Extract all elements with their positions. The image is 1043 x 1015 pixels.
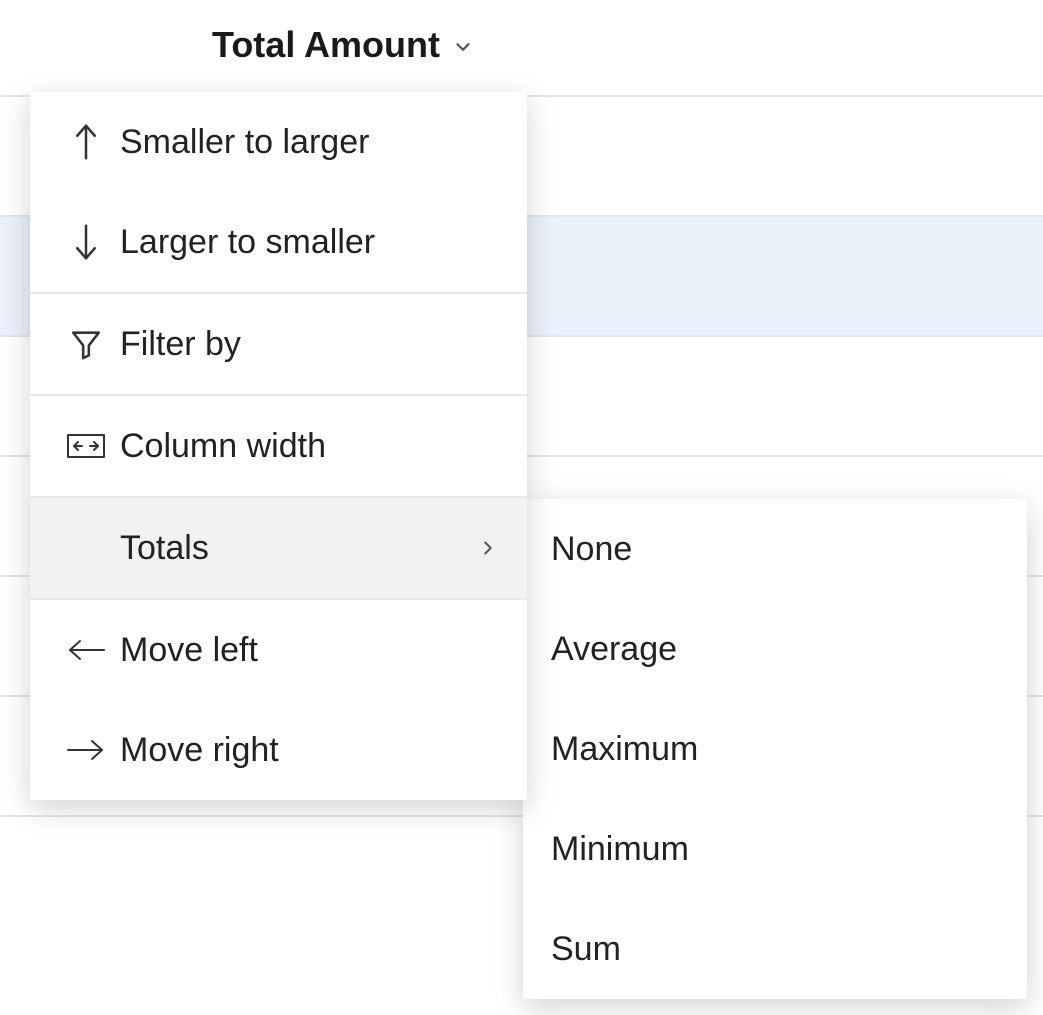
totals-submenu: None Average Maximum Minimum Sum bbox=[523, 499, 1027, 999]
column-header-total-amount[interactable]: Total Amount bbox=[212, 24, 476, 66]
submenu-item-maximum[interactable]: Maximum bbox=[523, 699, 1027, 799]
submenu-item-none[interactable]: None bbox=[523, 499, 1027, 599]
menu-item-label: Larger to smaller bbox=[120, 223, 499, 262]
submenu-item-label: Maximum bbox=[551, 730, 698, 769]
column-menu: Smaller to larger Larger to smaller Filt… bbox=[30, 92, 527, 800]
menu-item-label: Smaller to larger bbox=[120, 123, 499, 162]
arrow-left-icon bbox=[58, 635, 114, 665]
submenu-item-label: Sum bbox=[551, 930, 621, 969]
menu-item-label: Totals bbox=[120, 529, 459, 568]
menu-item-totals[interactable]: Totals bbox=[30, 498, 527, 598]
menu-item-filter[interactable]: Filter by bbox=[30, 294, 527, 394]
arrow-down-icon bbox=[58, 223, 114, 261]
menu-item-label: Move right bbox=[120, 731, 499, 770]
submenu-item-label: Minimum bbox=[551, 830, 689, 869]
chevron-down-icon bbox=[450, 34, 476, 60]
submenu-item-sum[interactable]: Sum bbox=[523, 899, 1027, 999]
menu-item-move-right[interactable]: Move right bbox=[30, 700, 527, 800]
menu-item-label: Filter by bbox=[120, 325, 499, 364]
column-width-icon bbox=[58, 432, 114, 460]
submenu-item-minimum[interactable]: Minimum bbox=[523, 799, 1027, 899]
submenu-item-label: None bbox=[551, 530, 632, 569]
menu-item-move-left[interactable]: Move left bbox=[30, 600, 527, 700]
menu-item-label: Move left bbox=[120, 631, 499, 670]
column-title-label: Total Amount bbox=[212, 24, 440, 66]
menu-item-sort-descending[interactable]: Larger to smaller bbox=[30, 192, 527, 292]
filter-icon bbox=[58, 327, 114, 361]
menu-item-column-width[interactable]: Column width bbox=[30, 396, 527, 496]
submenu-item-label: Average bbox=[551, 630, 677, 669]
submenu-item-average[interactable]: Average bbox=[523, 599, 1027, 699]
chevron-right-icon bbox=[459, 534, 499, 562]
arrow-right-icon bbox=[58, 735, 114, 765]
menu-item-sort-ascending[interactable]: Smaller to larger bbox=[30, 92, 527, 192]
arrow-up-icon bbox=[58, 123, 114, 161]
menu-item-label: Column width bbox=[120, 427, 499, 466]
